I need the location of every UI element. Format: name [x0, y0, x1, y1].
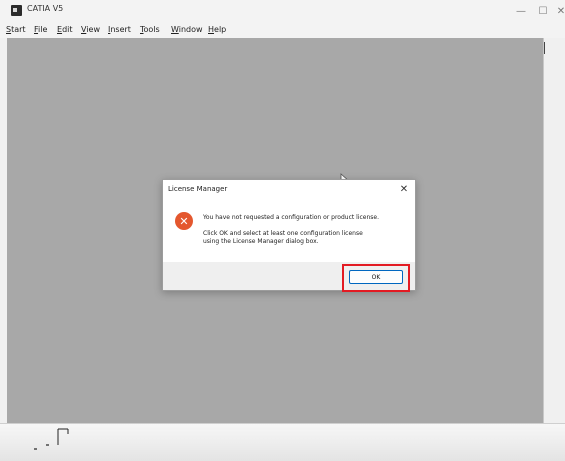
menu-bar: Start File Edit View Insert Tools Window… [0, 22, 565, 38]
menu-insert-rest: nsert [110, 25, 131, 34]
menu-help-rest: elp [214, 25, 227, 34]
license-manager-dialog: License Manager ✕ ✕ You have not request… [162, 179, 416, 292]
window-close-button[interactable]: ✕ [549, 2, 565, 20]
error-icon: ✕ [175, 212, 193, 230]
dialog-message-line1: You have not requested a configuration o… [203, 214, 379, 221]
dialog-title: License Manager [168, 185, 228, 193]
minimize-button[interactable]: — [509, 2, 533, 20]
menu-file-rest: ile [38, 25, 48, 34]
menu-tools[interactable]: Tools [140, 25, 160, 34]
bottom-status-bar [0, 423, 565, 461]
menu-help[interactable]: Help [208, 25, 226, 34]
menu-start-rest: tart [11, 25, 26, 34]
menu-tools-rest: ools [143, 25, 160, 34]
menu-view[interactable]: View [81, 25, 100, 34]
vertical-scrollbar[interactable] [543, 38, 565, 423]
close-icon[interactable]: ✕ [397, 182, 411, 196]
menu-edit[interactable]: Edit [57, 25, 73, 34]
scrollbar-marker [544, 42, 545, 54]
menu-view-rest: iew [86, 25, 100, 34]
ok-button[interactable]: OK [349, 270, 403, 284]
menu-window[interactable]: Window [171, 25, 203, 34]
menu-insert[interactable]: Insert [108, 25, 131, 34]
dialog-message-line2: Click OK and select at least one configu… [203, 230, 363, 245]
menu-edit-rest: dit [62, 25, 73, 34]
menu-file[interactable]: File [34, 25, 47, 34]
catia-app-icon [11, 5, 22, 16]
menu-window-mnemonic: W [171, 25, 179, 34]
title-bar: CATIA V5 — ☐ ✕ [0, 0, 565, 22]
compass-icon[interactable] [28, 425, 78, 455]
window-title: CATIA V5 [27, 4, 64, 13]
menu-window-rest: indow [178, 25, 203, 34]
menu-start[interactable]: Start [6, 25, 26, 34]
